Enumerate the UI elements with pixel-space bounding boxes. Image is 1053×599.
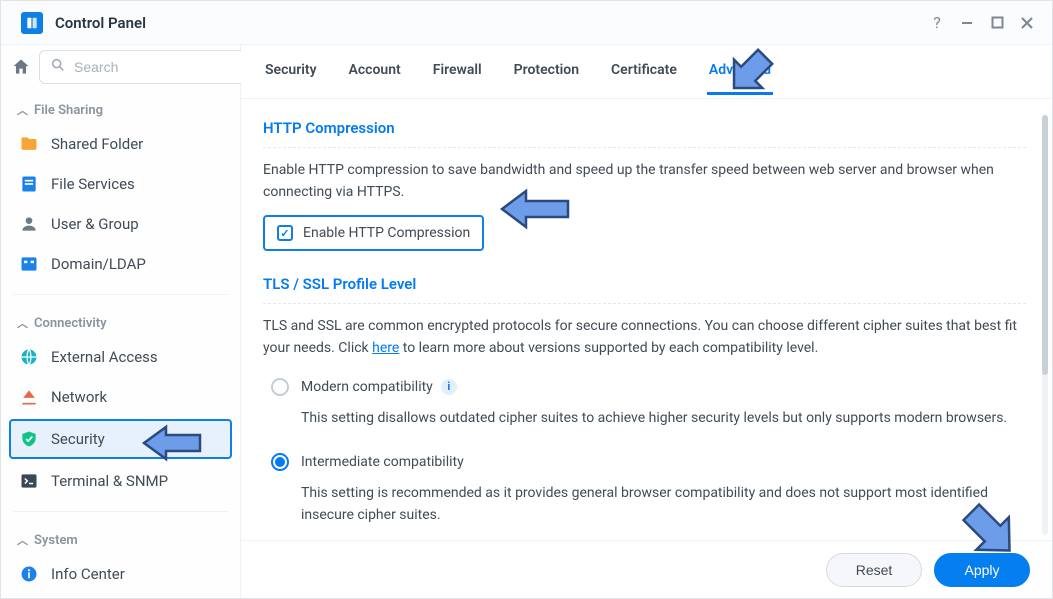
sidebar-section-header[interactable]: ︿ Connectivity <box>1 309 240 337</box>
close-button[interactable] <box>1012 8 1042 38</box>
tls-profile-radio-group: Modern compatibilityi This setting disall… <box>263 372 1026 540</box>
globe-icon <box>19 347 39 367</box>
tab-advanced[interactable]: Advanced <box>707 48 773 95</box>
radio-desc: This setting disallows outdated cipher s… <box>301 408 1026 430</box>
chevron-up-icon: ︿ <box>17 315 28 331</box>
sidebar-item-external-access[interactable]: External Access <box>1 337 240 377</box>
here-link[interactable]: here <box>372 340 399 356</box>
sidebar-item-shared-folder[interactable]: Shared Folder <box>1 124 240 164</box>
network-icon <box>19 387 39 407</box>
sidebar-item-label: User & Group <box>51 215 139 233</box>
sidebar-item-domain-ldap[interactable]: Domain/LDAP <box>1 244 240 284</box>
sidebar-item-label: Info Center <box>51 565 125 583</box>
radio-label: Intermediate compatibility <box>301 454 464 470</box>
divider <box>263 303 1026 304</box>
enable-http-compression-checkbox[interactable]: ✓ Enable HTTP Compression <box>263 215 484 251</box>
chevron-up-icon: ︿ <box>17 532 28 548</box>
http-compression-title: HTTP Compression <box>263 119 1026 137</box>
sidebar-item-network[interactable]: Network <box>1 377 240 417</box>
minimize-button[interactable] <box>952 8 982 38</box>
sidebar-item-label: File Services <box>51 175 135 193</box>
info-icon <box>19 564 39 584</box>
sidebar: ︿ File Sharing Shared Folder File Services U… <box>1 45 241 598</box>
tls-title: TLS / SSL Profile Level <box>263 275 1026 293</box>
http-compression-desc: Enable HTTP compression to save bandwidt… <box>263 160 1026 203</box>
tab-protection[interactable]: Protection <box>512 48 581 95</box>
radio-label: Modern compatibilityi <box>301 379 457 395</box>
tab-security[interactable]: Security <box>263 48 319 95</box>
tls-desc: TLS and SSL are common encrypted protoco… <box>263 316 1026 359</box>
user-icon <box>19 214 39 234</box>
sidebar-item-label: Network <box>51 388 107 406</box>
sidebar-item-label: Terminal & SNMP <box>51 472 168 490</box>
sidebar-section-header[interactable]: ︿ File Sharing <box>1 96 240 124</box>
reset-button[interactable]: Reset <box>826 553 922 587</box>
divider <box>13 294 228 295</box>
divider <box>263 147 1026 148</box>
tab-certificate[interactable]: Certificate <box>609 48 679 95</box>
search-input[interactable] <box>74 59 255 75</box>
checkbox-icon: ✓ <box>277 225 293 241</box>
section-title: System <box>34 533 78 548</box>
section-title: Connectivity <box>34 316 107 331</box>
titlebar: Control Panel ? <box>1 1 1052 45</box>
help-button[interactable]: ? <box>922 8 952 38</box>
window-title: Control Panel <box>55 14 146 32</box>
body: ︿ File Sharing Shared Folder File Services U… <box>1 45 1052 598</box>
info-icon[interactable]: i <box>441 379 457 395</box>
section-title: File Sharing <box>34 103 103 118</box>
tls-desc-post: to learn more about versions supported b… <box>399 340 818 356</box>
sidebar-item-label: External Access <box>51 348 158 366</box>
folder-icon <box>19 134 39 154</box>
radio-icon <box>271 453 289 471</box>
radio-desc: This setting is recommended as it provid… <box>301 483 1026 526</box>
sidebar-item-file-services[interactable]: File Services <box>1 164 240 204</box>
apply-button[interactable]: Apply <box>934 553 1030 587</box>
search-input-container[interactable] <box>39 50 266 84</box>
terminal-icon <box>19 471 39 491</box>
footer: Reset Apply <box>241 540 1052 598</box>
sidebar-item-user-group[interactable]: User & Group <box>1 204 240 244</box>
tab-firewall[interactable]: Firewall <box>431 48 484 95</box>
file-icon <box>19 174 39 194</box>
checkbox-label: Enable HTTP Compression <box>303 225 470 241</box>
domain-icon <box>19 254 39 274</box>
sidebar-item-info-center[interactable]: Info Center <box>1 554 240 594</box>
app-icon <box>21 12 43 34</box>
search-icon <box>50 57 66 77</box>
content: HTTP Compression Enable HTTP compression… <box>241 99 1052 540</box>
scrollbar[interactable] <box>1042 115 1048 535</box>
search-row <box>1 45 240 88</box>
radio-modern-compatibility[interactable]: Modern compatibilityi <box>271 372 1026 402</box>
control-panel-window: Control Panel ? ︿ File Sharing Shared Fold… <box>0 0 1053 599</box>
shield-icon <box>19 429 39 449</box>
chevron-up-icon: ︿ <box>17 102 28 118</box>
divider <box>13 511 228 512</box>
maximize-button[interactable] <box>982 8 1012 38</box>
sidebar-item-label: Shared Folder <box>51 135 143 153</box>
main: Security Account Firewall Protection Certifi… <box>241 45 1052 598</box>
tabs: Security Account Firewall Protection Certifi… <box>241 45 1052 99</box>
home-button[interactable] <box>11 50 31 84</box>
sidebar-item-label: Domain/LDAP <box>51 255 146 273</box>
sidebar-item-security[interactable]: Security <box>9 419 232 459</box>
sidebar-item-label: Security <box>51 430 105 448</box>
tab-account[interactable]: Account <box>347 48 403 95</box>
sidebar-item-terminal-snmp[interactable]: Terminal & SNMP <box>1 461 240 501</box>
sidebar-section-header[interactable]: ︿ System <box>1 526 240 554</box>
radio-intermediate-compatibility[interactable]: Intermediate compatibility <box>271 447 1026 477</box>
radio-icon <box>271 378 289 396</box>
